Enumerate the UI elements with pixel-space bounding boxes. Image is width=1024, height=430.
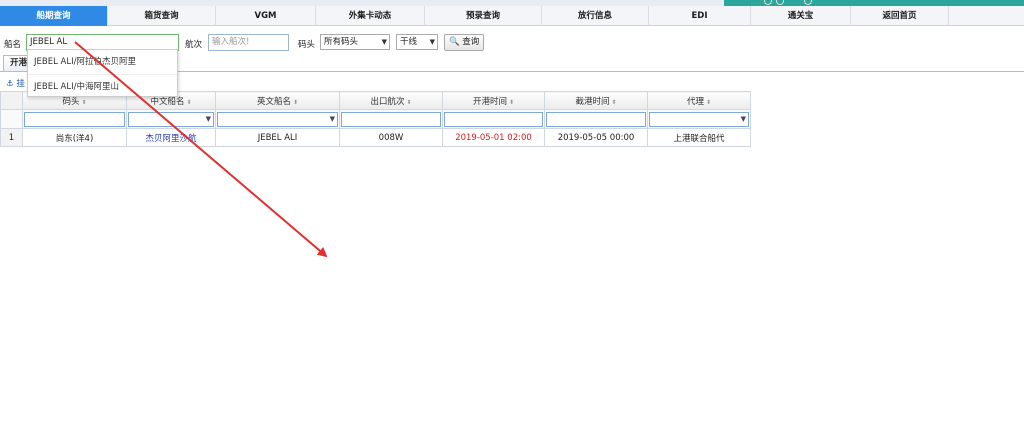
sort-icon: ⬍ — [705, 98, 712, 106]
search-button-label: 查询 — [462, 37, 480, 47]
main-nav: 船期查询 箱货查询 VGM 外集卡动态 预录查询 放行信息 EDI 通关宝 返回… — [0, 6, 1024, 26]
line-select-value: 干线 — [400, 37, 418, 47]
search-button[interactable]: 🔍 查询 — [444, 34, 485, 51]
column-header[interactable]: 出口航次 ⬍ — [339, 91, 443, 110]
cell-terminal: 尚东(洋4) — [22, 128, 127, 147]
chevron-down-icon: ▼ — [205, 114, 211, 123]
chevron-down-icon: ▼ — [381, 38, 387, 46]
sort-icon: ⬍ — [81, 98, 87, 106]
filter-cell — [544, 109, 648, 129]
row-number: 1 — [0, 128, 23, 147]
tab-cargo[interactable]: 箱货查询 — [108, 6, 216, 26]
filter-cell — [442, 109, 545, 129]
autocomplete-item[interactable]: JEBEL ALI/中海阿里山 — [28, 74, 177, 98]
column-header[interactable]: 开港时间 ⬍ — [442, 91, 545, 110]
search-icon: 🔍 — [449, 37, 460, 47]
tab-prerecord[interactable]: 预录查询 — [425, 6, 542, 26]
terminal-select-value: 所有码头 — [324, 37, 359, 47]
column-filter-input[interactable] — [444, 111, 543, 127]
line-select[interactable]: 干线 ▼ — [396, 34, 438, 50]
tab-home[interactable]: 返回首页 — [851, 6, 949, 26]
voyage-label: 航次 — [185, 40, 203, 50]
tab-vgm[interactable]: VGM — [216, 6, 316, 26]
column-header[interactable]: 英文船名 ⬍ — [215, 91, 340, 110]
voyage-input[interactable]: 输入船次! — [208, 34, 289, 51]
cell-voyage: 008W — [339, 128, 443, 147]
filter-cell — [339, 109, 443, 129]
terminal-label: 码头 — [298, 40, 316, 50]
autocomplete-item[interactable]: JEBEL ALI/阿拉伯杰贝阿里 — [28, 50, 177, 74]
tab-truck[interactable]: 外集卡动态 — [316, 6, 425, 26]
ship-label: 船名 — [4, 40, 22, 50]
banner-icon — [776, 0, 784, 5]
banner-icon — [804, 0, 812, 5]
column-filter-select[interactable]: ▼ — [128, 111, 214, 127]
sort-icon: ⬍ — [186, 98, 192, 106]
row-number-cell — [0, 109, 23, 129]
filter-cell: ▼ — [215, 109, 340, 129]
column-filter-input[interactable] — [341, 111, 441, 127]
chevron-down-icon: ▼ — [740, 114, 746, 123]
cell-open-time: 2019-05-01 02:00 — [442, 128, 545, 147]
cell-close-time: 2019-05-05 00:00 — [544, 128, 648, 147]
autocomplete-dropdown: JEBEL ALI/阿拉伯杰贝阿里 JEBEL ALI/中海阿里山 — [27, 49, 178, 97]
chevron-down-icon: ▼ — [329, 114, 335, 123]
filter-cell: ▼ — [126, 109, 216, 129]
tab-release[interactable]: 放行信息 — [542, 6, 649, 26]
tab-customs[interactable]: 通关宝 — [751, 6, 851, 26]
terminal-select[interactable]: 所有码头 ▼ — [320, 34, 390, 50]
schedule-table: 码头 ⬍ 中文船名 ⬍ 英文船名 ⬍ 出口航次 ⬍ 开港时间 ⬍ 截港时间 ⬍ 代理 ⬍ ▼ … — [0, 91, 751, 147]
cell-agent: 上港联合船代 — [647, 128, 751, 147]
cell-en-ship-name: JEBEL ALI — [215, 128, 340, 147]
tab-edi[interactable]: EDI — [649, 6, 751, 26]
column-header[interactable]: 代理 ⬍ — [647, 91, 751, 110]
toolbar-label: 挂 — [16, 79, 25, 89]
tab-schedule[interactable]: 船期查询 — [0, 6, 108, 26]
table-row[interactable]: 1 尚东(洋4) 杰贝阿里沙航 JEBEL ALI 008W 2019-05-0… — [0, 128, 751, 147]
sort-icon: ⬍ — [508, 98, 515, 106]
filter-row: ▼ ▼ ▼ — [0, 109, 751, 129]
filter-cell: ▼ — [647, 109, 751, 129]
cell-cn-ship-name[interactable]: 杰贝阿里沙航 — [126, 128, 216, 147]
chevron-down-icon: ▼ — [429, 38, 435, 46]
column-filter-select[interactable]: ▼ — [217, 111, 338, 127]
column-filter-input[interactable] — [546, 111, 646, 127]
column-header[interactable]: 截港时间 ⬍ — [544, 91, 648, 110]
toolbar[interactable]: ⚓ 挂 — [6, 77, 25, 89]
column-filter-input[interactable] — [24, 111, 125, 127]
sort-icon: ⬍ — [292, 98, 299, 106]
filter-cell — [22, 109, 127, 129]
row-number-header — [0, 91, 23, 110]
column-filter-select[interactable]: ▼ — [649, 111, 749, 127]
anchor-icon: ⚓ — [6, 79, 14, 89]
sort-icon: ⬍ — [406, 98, 412, 106]
tab-spacer — [949, 6, 1024, 26]
sort-icon: ⬍ — [611, 98, 617, 106]
banner-icon — [764, 0, 772, 5]
